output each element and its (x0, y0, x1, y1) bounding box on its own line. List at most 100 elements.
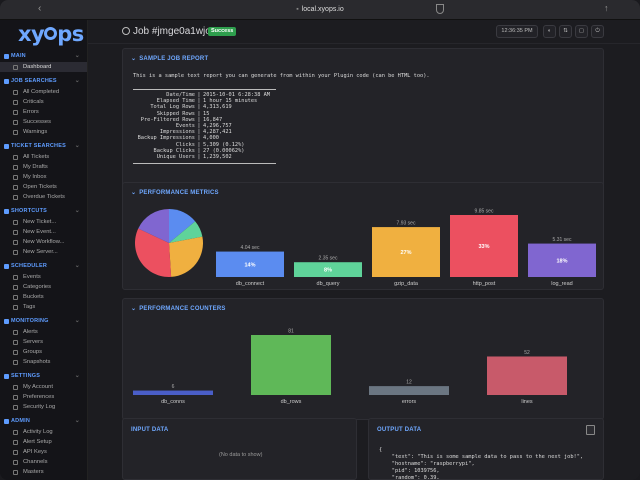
section-icon (4, 319, 9, 324)
sidebar-item-criticals[interactable]: Criticals (0, 97, 87, 107)
nav-section-ticket-searches[interactable]: TICKET SEARCHES ⌄ (0, 141, 87, 152)
share-icon[interactable]: ↑ (604, 3, 609, 13)
logo[interactable]: xy ps (18, 22, 84, 46)
performance-counters-panel: ⌄ PERFORMANCE COUNTERS 6 db_conns 81 db_rows… (122, 298, 604, 420)
copy-icon[interactable] (586, 425, 595, 435)
sidebar-item-channels[interactable]: Channels (0, 457, 87, 467)
chevron-down-icon: ⌄ (74, 373, 80, 379)
nav-item-icon (13, 439, 18, 445)
category-label: db_rows (281, 399, 302, 405)
nav-item-icon (13, 229, 18, 235)
bar-percent-label: 14% (244, 262, 255, 268)
bar-value-label: 2.35 sec (319, 256, 338, 262)
sidebar-item-overdue-tickets[interactable]: Overdue Tickets (0, 192, 87, 202)
nav-item-icon (13, 129, 18, 135)
nav-item-icon (13, 184, 18, 190)
panel-title[interactable]: ⌄ PERFORMANCE COUNTERS (131, 305, 226, 312)
sidebar-item-api-keys[interactable]: API Keys (0, 447, 87, 457)
sidebar-item-all-tickets[interactable]: All Tickets (0, 152, 87, 162)
app-window: ‹ ▪ local.xyops.io ↑ xy ps MAIN ⌄ Dashboard J… (0, 0, 640, 480)
sidebar-item-open-tickets[interactable]: Open Tickets (0, 182, 87, 192)
shield-icon[interactable] (436, 4, 444, 14)
nav-section-shortcuts[interactable]: SHORTCUTS ⌄ (0, 206, 87, 217)
sidebar-item-warnings[interactable]: Warnings (0, 127, 87, 137)
sidebar-item-events[interactable]: Events (0, 272, 87, 282)
nav-section-job-searches[interactable]: JOB SEARCHES ⌄ (0, 76, 87, 87)
page-title: Job #jmge0a1wjor (122, 26, 214, 37)
sidebar-item-buckets[interactable]: Buckets (0, 292, 87, 302)
status-badge: Success (208, 27, 237, 36)
category-label: lines (521, 399, 533, 405)
sidebar-item-all-completed[interactable]: All Completed (0, 87, 87, 97)
browser-toolbar: ‹ ▪ local.xyops.io ↑ (0, 0, 640, 20)
clock-icon (122, 27, 130, 35)
power-icon[interactable]: ⏻ (591, 25, 604, 38)
avatar[interactable]: ▢ (575, 25, 588, 38)
category-label: db_conns (161, 399, 185, 405)
chevron-down-icon: ⌄ (74, 263, 80, 269)
sidebar-item-activity-log[interactable]: Activity Log (0, 427, 87, 437)
nav-item-icon (13, 449, 18, 455)
nav-item-icon (13, 99, 18, 105)
nav-item-icon (13, 359, 18, 365)
category-label: db_connect (236, 281, 265, 287)
sort-icon[interactable]: ⇅ (559, 25, 572, 38)
sidebar-item-new-event[interactable]: New Event... (0, 227, 87, 237)
sidebar-item-preferences[interactable]: Preferences (0, 392, 87, 402)
nav-item-icon (13, 154, 18, 160)
sidebar-item-tags[interactable]: Tags (0, 302, 87, 312)
sidebar-item-errors[interactable]: Errors (0, 107, 87, 117)
bar (251, 335, 331, 395)
sidebar-item-alerts[interactable]: Alerts (0, 327, 87, 337)
sidebar-item-my-inbox[interactable]: My Inbox (0, 172, 87, 182)
sidebar: xy ps MAIN ⌄ Dashboard JOB SEARCHES ⌄ All Comp… (0, 20, 88, 480)
back-arrow-icon[interactable]: ‹ (38, 3, 41, 14)
theme-toggle-icon[interactable]: ◐ (543, 25, 556, 38)
sidebar-item-snapshots[interactable]: Snapshots (0, 357, 87, 367)
sidebar-item-dashboard[interactable]: Dashboard (0, 62, 87, 72)
panel-title[interactable]: ⌄ SAMPLE JOB REPORT (131, 55, 208, 62)
sidebar-item-groups[interactable]: Groups (0, 347, 87, 357)
empty-state-text: (No data to show) (219, 452, 263, 458)
chevron-down-icon: ⌄ (74, 318, 80, 324)
section-icon (4, 54, 9, 59)
bar (487, 356, 567, 395)
nav-section-scheduler[interactable]: SCHEDULER ⌄ (0, 261, 87, 272)
sidebar-item-security-log[interactable]: Security Log (0, 402, 87, 412)
code-line: "pid": 1039756, (379, 468, 440, 474)
section-icon (4, 79, 9, 84)
lock-icon: ▪ (296, 6, 299, 13)
output-data-panel: OUTPUT DATA { "text": "This is some samp… (368, 418, 604, 480)
sidebar-item-alert-setup[interactable]: Alert Setup (0, 437, 87, 447)
sidebar-item-categories[interactable]: Categories (0, 282, 87, 292)
nav-item-icon (13, 469, 18, 475)
sidebar-item-successes[interactable]: Successes (0, 117, 87, 127)
nav-item-icon (13, 109, 18, 115)
category-label: gzip_data (394, 281, 419, 287)
chevron-down-icon: ⌄ (74, 53, 80, 59)
performance-counters-chart: 6 db_conns 81 db_rows 12 errors 52 lines (133, 329, 567, 405)
sidebar-item-new-server[interactable]: New Server... (0, 247, 87, 257)
bar-value-label: 6 (172, 384, 175, 390)
sidebar-item-servers[interactable]: Servers (0, 337, 87, 347)
url-bar[interactable]: ▪ local.xyops.io (265, 3, 375, 17)
nav-item-icon (13, 329, 18, 335)
nav-item-icon (13, 429, 18, 435)
nav-item-icon (13, 274, 18, 280)
nav-section-settings[interactable]: SETTINGS ⌄ (0, 371, 87, 382)
sidebar-item-new-ticket[interactable]: New Ticket... (0, 217, 87, 227)
nav-item-icon (13, 294, 18, 300)
chevron-down-icon: ⌄ (74, 208, 80, 214)
nav-section-main[interactable]: MAIN ⌄ (0, 51, 87, 62)
sidebar-item-new-workflow[interactable]: New Workflow... (0, 237, 87, 247)
job-header: Job #jmge0a1wjor Success 12:36:35 PM ◐ ⇅… (88, 20, 640, 44)
bar-value-label: 12 (406, 380, 412, 386)
nav-section-monitoring[interactable]: MONITORING ⌄ (0, 316, 87, 327)
sidebar-item-my-account[interactable]: My Account (0, 382, 87, 392)
sidebar-item-masters[interactable]: Masters (0, 467, 87, 477)
sidebar-item-my-drafts[interactable]: My Drafts (0, 162, 87, 172)
nav-section-admin[interactable]: ADMIN ⌄ (0, 416, 87, 427)
nav-item-icon (13, 194, 18, 200)
time-button[interactable]: 12:36:35 PM (496, 25, 538, 38)
bar-value-label: 9.85 sec (475, 209, 494, 215)
